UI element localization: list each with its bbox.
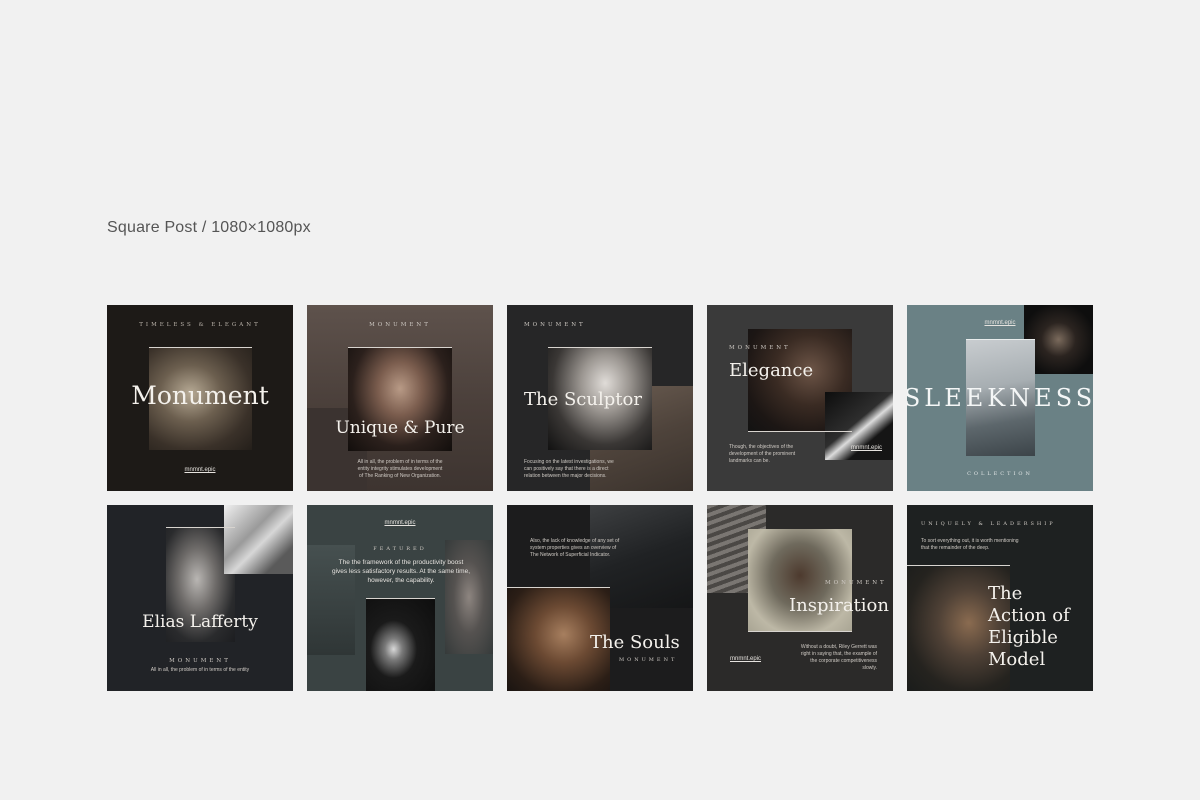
post-body: The the framework of the productivity bo…: [332, 559, 470, 584]
divider-line: [748, 431, 852, 432]
section-heading: Square Post / 1080×1080px: [107, 219, 311, 236]
post-link[interactable]: mnmnt.epic: [851, 445, 882, 451]
post-link[interactable]: mnmnt.epic: [730, 656, 761, 662]
post-link[interactable]: mnmnt.epic: [907, 320, 1093, 326]
divider-line: [548, 347, 652, 348]
post-title: Monument: [131, 381, 269, 410]
post-kicker: MONUMENT: [524, 322, 586, 328]
post-title: Elias Lafferty: [142, 612, 258, 632]
post-card-unique-pure[interactable]: MONUMENT Unique & Pure All in all, the p…: [307, 305, 493, 491]
post-card-elegance[interactable]: MONUMENT Elegance Though, the objectives…: [707, 305, 893, 491]
post-kicker: UNIQUELY & LEADERSHIP: [921, 521, 1056, 527]
post-title: The Souls: [590, 632, 680, 653]
post-body: All in all, the problem of in terms of t…: [150, 667, 250, 673]
post-body: To sort everything out, it is worth ment…: [921, 538, 1019, 551]
post-card-elias-lafferty[interactable]: Elias Lafferty MONUMENT All in all, the …: [107, 505, 293, 691]
post-card-featured[interactable]: mnmnt.epic FEATURED The the framework of…: [307, 505, 493, 691]
post-kicker: MONUMENT: [369, 322, 431, 328]
divider-line: [149, 347, 252, 348]
post-title-line-1: The: [988, 583, 1023, 604]
post-kicker: MONUMENT: [169, 658, 231, 664]
post-card-action-eligible-model[interactable]: UNIQUELY & LEADERSHIP To sort everything…: [907, 505, 1093, 691]
post-kicker: TIMELESS & ELEGANT: [139, 322, 261, 328]
divider-line: [907, 565, 1010, 566]
divider-line: [348, 347, 452, 348]
post-kicker: MONUMENT: [619, 657, 678, 663]
swan-photo: [366, 598, 435, 691]
architecture-photo: [224, 505, 293, 574]
post-link[interactable]: mnmnt.epic: [107, 467, 293, 473]
post-body: Also, the lack of knowledge of any set o…: [530, 538, 620, 558]
post-title: SLEEKNESS: [907, 384, 1093, 412]
post-card-inspiration[interactable]: MONUMENT Inspiration mnmnt.epic Without …: [707, 505, 893, 691]
post-card-the-sculptor[interactable]: MONUMENT The Sculptor Focusing on the la…: [507, 305, 693, 491]
post-body: Though, the objectives of the developmen…: [729, 444, 796, 464]
post-link[interactable]: mnmnt.epic: [307, 520, 493, 526]
post-card-the-souls[interactable]: Also, the lack of knowledge of any set o…: [507, 505, 693, 691]
post-title-line-4: Model: [988, 649, 1046, 670]
post-kicker: MONUMENT: [729, 345, 791, 351]
post-body: All in all, the problem of in terms of t…: [357, 459, 443, 479]
post-title-line-3: Eligible: [988, 627, 1058, 648]
post-kicker: MONUMENT: [825, 580, 887, 586]
post-body: Without a doubt, Riley Gerrett was right…: [800, 644, 877, 671]
post-kicker: FEATURED: [373, 546, 427, 552]
divider-line: [966, 339, 1035, 340]
divider-line: [366, 598, 435, 599]
post-subtitle: COLLECTION: [967, 471, 1033, 477]
post-title: Unique & Pure: [335, 418, 465, 438]
post-card-monument[interactable]: TIMELESS & ELEGANT Monument mnmnt.epic: [107, 305, 293, 491]
post-body: Focusing on the latest investigations, w…: [524, 459, 614, 479]
post-title-line-2: Action of: [988, 605, 1070, 626]
post-card-sleekness[interactable]: mnmnt.epic SLEEKNESS COLLECTION: [907, 305, 1093, 491]
post-title: Inspiration: [789, 595, 889, 616]
post-title: Elegance: [729, 360, 814, 381]
divider-line: [166, 527, 235, 528]
post-title: The Sculptor: [524, 389, 642, 410]
divider-line: [748, 631, 852, 632]
